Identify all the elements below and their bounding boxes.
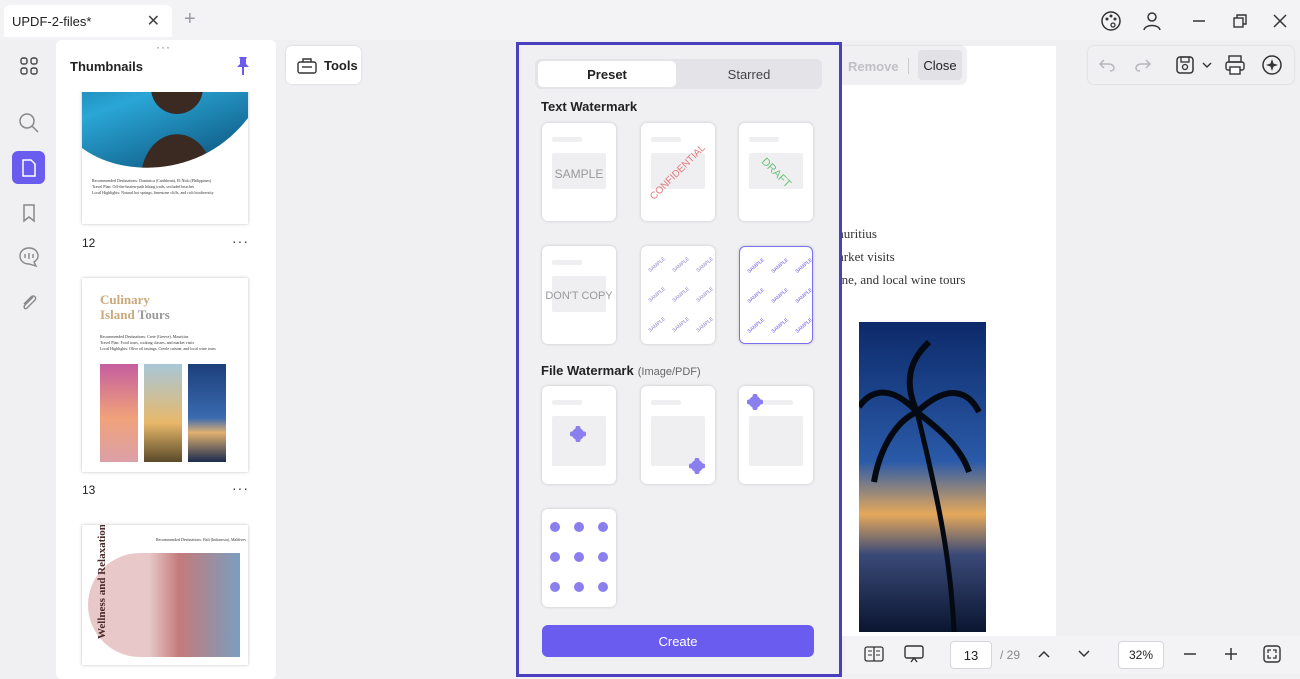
file-watermark-label: File Watermark bbox=[541, 363, 634, 378]
restore-window-icon[interactable] bbox=[1227, 8, 1253, 34]
grid-view-icon[interactable] bbox=[12, 49, 45, 82]
page-13-title: Culinary Island Tours bbox=[100, 292, 170, 322]
text-watermark-heading: Text Watermark bbox=[541, 99, 638, 114]
redo-icon[interactable] bbox=[1130, 52, 1156, 78]
bookmark-icon[interactable] bbox=[12, 196, 45, 229]
page-13-title-island: Island bbox=[100, 307, 135, 322]
panel-drag-handle[interactable]: ··· bbox=[156, 40, 171, 54]
sunset-photo-2 bbox=[188, 364, 226, 462]
palm-tree-photo bbox=[859, 322, 986, 632]
watermark-preset-draft[interactable]: DRAFT bbox=[739, 123, 813, 221]
theme-palette-icon[interactable] bbox=[1098, 8, 1124, 34]
ai-assistant-icon[interactable] bbox=[1259, 52, 1285, 78]
sample-watermark-text: SAMPLE bbox=[554, 167, 604, 181]
watermark-preset-tiled-grey[interactable]: SAMPLE SAMPLE SAMPLE SAMPLE SAMPLE SAMPL… bbox=[641, 246, 715, 344]
user-account-icon[interactable] bbox=[1139, 8, 1165, 34]
page-number-input[interactable]: 13 bbox=[950, 641, 992, 669]
reading-mode-icon[interactable] bbox=[862, 642, 886, 666]
thumbnails-title: Thumbnails bbox=[70, 59, 143, 74]
next-page-icon[interactable] bbox=[1072, 642, 1096, 666]
save-icon[interactable] bbox=[1172, 52, 1198, 78]
fit-page-icon[interactable] bbox=[1260, 642, 1284, 666]
flower-stamp-icon bbox=[747, 394, 763, 410]
file-watermark-center[interactable] bbox=[542, 386, 616, 484]
sunset-photo-1 bbox=[100, 364, 138, 462]
document-line-1: auritius bbox=[838, 226, 877, 241]
minimize-icon[interactable] bbox=[1186, 8, 1212, 34]
comment-icon[interactable] bbox=[12, 240, 45, 273]
document-line-3: ine, and local wine tours bbox=[838, 272, 966, 287]
save-options-chevron-icon[interactable] bbox=[1200, 52, 1214, 78]
file-watermark-tiled[interactable] bbox=[542, 509, 616, 607]
page-13-more-icon[interactable]: ··· bbox=[232, 480, 249, 496]
tab-starred[interactable]: Starred bbox=[680, 61, 818, 87]
page-12-caption: Recommended Destinations: Dominica (Cari… bbox=[92, 178, 214, 195]
search-icon[interactable] bbox=[12, 106, 45, 139]
file-watermark-heading: File Watermark (Image/PDF) bbox=[541, 363, 701, 378]
thumbnails-header: ··· Thumbnails bbox=[56, 40, 276, 92]
print-icon[interactable] bbox=[1222, 52, 1248, 78]
document-tab-title: UPDF-2-files* bbox=[12, 13, 92, 29]
page-13-title-tours: Tours bbox=[137, 307, 170, 322]
page-thumbnail-14[interactable]: Recommended Destinations: Bali (Indonesi… bbox=[82, 525, 248, 665]
attachment-icon[interactable] bbox=[12, 285, 45, 318]
tab-preset[interactable]: Preset bbox=[538, 61, 676, 87]
remove-button[interactable]: Remove bbox=[848, 59, 899, 74]
watermark-preset-dont-copy[interactable]: DON'T COPY bbox=[542, 246, 616, 344]
flower-stamp-icon bbox=[570, 426, 586, 442]
dont-copy-watermark-text: DON'T COPY bbox=[545, 290, 613, 302]
file-watermark-sublabel: (Image/PDF) bbox=[637, 366, 701, 378]
page-number-13: 13 bbox=[82, 483, 96, 497]
previous-page-icon[interactable] bbox=[1032, 642, 1056, 666]
page-total: / 29 bbox=[1000, 648, 1021, 662]
zoom-in-icon[interactable] bbox=[1219, 642, 1243, 666]
page-14-caption: Recommended Destinations: Bali (Indonesi… bbox=[156, 537, 246, 542]
flower-stamp-icon bbox=[689, 458, 705, 474]
tools-label: Tools bbox=[324, 57, 358, 73]
pin-icon[interactable] bbox=[234, 55, 252, 82]
close-tab-icon[interactable]: ✕ bbox=[147, 11, 160, 31]
watermark-preset-tiled-selected[interactable]: SAMPLE SAMPLE SAMPLE SAMPLE SAMPLE SAMPL… bbox=[739, 246, 813, 344]
page-12-more-icon[interactable]: ··· bbox=[232, 233, 249, 249]
page-thumbnail-13[interactable]: Culinary Island Tours Recommended Destin… bbox=[82, 278, 248, 472]
create-watermark-button[interactable]: Create bbox=[542, 625, 814, 657]
close-watermark-button[interactable]: Close bbox=[918, 50, 962, 80]
wellness-photo bbox=[88, 553, 240, 657]
zoom-out-icon[interactable] bbox=[1178, 642, 1202, 666]
tiled-flower-stamps-icon bbox=[550, 522, 608, 592]
new-tab-icon[interactable]: + bbox=[184, 8, 196, 31]
watermark-preset-confidential[interactable]: CONFIDENTIAL bbox=[641, 123, 715, 221]
document-line-2: arket visits bbox=[838, 249, 895, 264]
toolbox-icon bbox=[297, 58, 317, 74]
close-window-icon[interactable] bbox=[1267, 8, 1293, 34]
watermark-preset-sample[interactable]: SAMPLE bbox=[542, 123, 616, 221]
file-watermark-top-left[interactable] bbox=[739, 386, 813, 484]
page-13-title-culinary: Culinary bbox=[100, 292, 150, 307]
toolbar-divider bbox=[908, 58, 909, 74]
page-13-caption: Recommended Destinations: Crete (Greece)… bbox=[100, 334, 216, 351]
tools-button[interactable]: Tools bbox=[286, 46, 361, 84]
document-tab[interactable]: UPDF-2-files* ✕ bbox=[4, 5, 172, 37]
page-14-title: Wellness and Relaxation bbox=[96, 525, 108, 639]
zoom-level[interactable]: 32% bbox=[1118, 641, 1164, 669]
file-watermark-bottom-right[interactable] bbox=[641, 386, 715, 484]
presentation-icon[interactable] bbox=[902, 642, 926, 666]
page-number-12: 12 bbox=[82, 236, 96, 250]
palm-beach-photo bbox=[144, 364, 182, 462]
thumbnails-panel: ··· Thumbnails Recommended Destinations:… bbox=[56, 40, 276, 679]
undo-icon[interactable] bbox=[1094, 52, 1120, 78]
thumbnails-page-icon[interactable] bbox=[12, 151, 45, 184]
